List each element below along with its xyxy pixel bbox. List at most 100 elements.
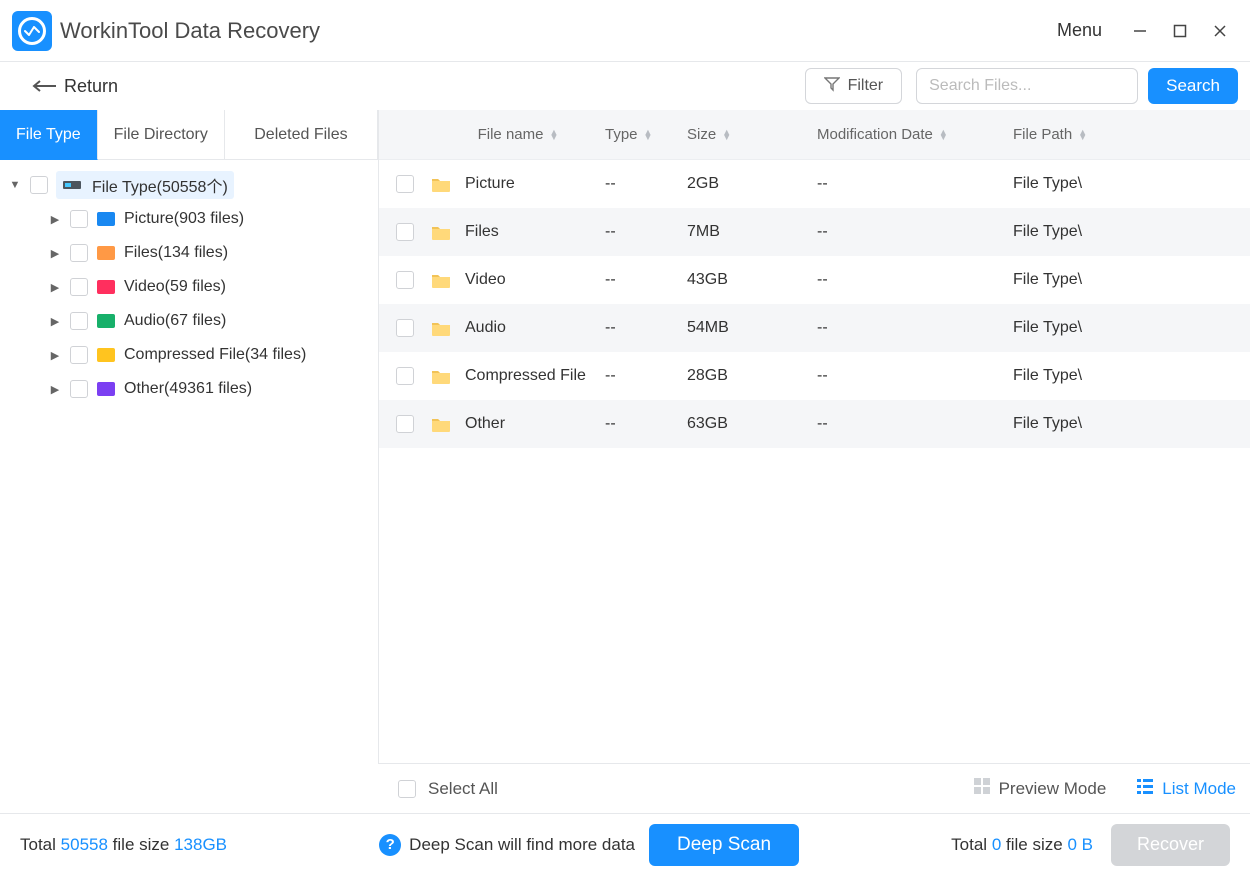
recover-button[interactable]: Recover bbox=[1111, 824, 1230, 866]
search-input[interactable] bbox=[916, 68, 1138, 104]
row-name: Audio bbox=[465, 319, 506, 337]
sidebar: File Type File Directory Deleted Files ▼… bbox=[0, 110, 378, 763]
folder-icon bbox=[431, 224, 451, 240]
window-minimize-button[interactable] bbox=[1120, 11, 1160, 51]
return-label: Return bbox=[64, 76, 118, 97]
row-name: Other bbox=[465, 415, 505, 433]
file-panel: File name ▲▼ Type ▲▼ Size ▲▼ Modificatio… bbox=[378, 110, 1250, 763]
selected-files-summary: Total 0 file size 0 B bbox=[951, 835, 1093, 855]
tree-item-label: Compressed File(34 files) bbox=[124, 346, 306, 364]
folder-icon bbox=[431, 176, 451, 192]
caret-right-icon[interactable]: ▶ bbox=[48, 281, 62, 294]
category-icon bbox=[96, 279, 116, 295]
row-checkbox[interactable] bbox=[396, 223, 414, 241]
caret-right-icon[interactable]: ▶ bbox=[48, 383, 62, 396]
row-mod: -- bbox=[817, 319, 1013, 337]
table-row[interactable]: Audio--54MB--File Type\ bbox=[379, 304, 1250, 352]
row-name: Compressed File bbox=[465, 367, 586, 385]
col-header-path[interactable]: File Path ▲▼ bbox=[1013, 126, 1250, 143]
sort-icon: ▲▼ bbox=[549, 130, 558, 140]
row-type: -- bbox=[605, 223, 687, 241]
row-checkbox[interactable] bbox=[396, 415, 414, 433]
category-icon bbox=[96, 381, 116, 397]
row-checkbox[interactable] bbox=[396, 319, 414, 337]
sort-icon: ▲▼ bbox=[644, 130, 653, 140]
row-name: Picture bbox=[465, 175, 515, 193]
menu-button[interactable]: Menu bbox=[1057, 20, 1102, 41]
tree-item[interactable]: ▶ Compressed File(34 files) bbox=[4, 338, 370, 372]
total-files-summary: Total 50558 file size 138GB bbox=[20, 835, 227, 855]
caret-right-icon[interactable]: ▶ bbox=[48, 213, 62, 226]
col-header-size[interactable]: Size ▲▼ bbox=[687, 126, 817, 143]
row-size: 28GB bbox=[687, 367, 817, 385]
list-mode-button[interactable]: List Mode bbox=[1136, 777, 1236, 800]
tree-item[interactable]: ▶Files(134 files) bbox=[4, 236, 370, 270]
main-area: File Type File Directory Deleted Files ▼… bbox=[0, 110, 1250, 763]
row-type: -- bbox=[605, 175, 687, 193]
tree-item[interactable]: ▶ Video(59 files) bbox=[4, 270, 370, 304]
filter-icon bbox=[824, 76, 840, 97]
tree-item[interactable]: ▶Audio(67 files) bbox=[4, 304, 370, 338]
grid-icon bbox=[973, 777, 991, 800]
window-close-button[interactable] bbox=[1200, 11, 1240, 51]
return-button[interactable]: Return bbox=[30, 76, 118, 97]
caret-down-icon[interactable]: ▼ bbox=[8, 179, 22, 191]
sort-icon: ▲▼ bbox=[1078, 130, 1087, 140]
file-type-tree: ▼ File Type(50558个) ▶Picture(903 files)▶… bbox=[0, 160, 378, 414]
tree-item[interactable]: ▶ Picture(903 files) bbox=[4, 202, 370, 236]
tree-root[interactable]: ▼ File Type(50558个) bbox=[4, 168, 370, 202]
table-row[interactable]: Compressed File--28GB--File Type\ bbox=[379, 352, 1250, 400]
file-table-header: File name ▲▼ Type ▲▼ Size ▲▼ Modificatio… bbox=[379, 110, 1250, 160]
tree-item[interactable]: ▶Other(49361 files) bbox=[4, 372, 370, 406]
row-name: Video bbox=[465, 271, 506, 289]
row-mod: -- bbox=[817, 271, 1013, 289]
tree-checkbox[interactable] bbox=[70, 380, 88, 398]
tree-checkbox[interactable] bbox=[70, 244, 88, 262]
col-header-name[interactable]: File name ▲▼ bbox=[431, 126, 605, 143]
row-size: 43GB bbox=[687, 271, 817, 289]
tree-checkbox[interactable] bbox=[70, 210, 88, 228]
table-row[interactable]: Files--7MB--File Type\ bbox=[379, 208, 1250, 256]
row-path: File Type\ bbox=[1013, 367, 1250, 385]
row-checkbox[interactable] bbox=[396, 271, 414, 289]
filter-button[interactable]: Filter bbox=[805, 68, 903, 104]
caret-right-icon[interactable]: ▶ bbox=[48, 247, 62, 260]
row-path: File Type\ bbox=[1013, 271, 1250, 289]
tree-item-label: Video(59 files) bbox=[124, 278, 226, 296]
table-row[interactable]: Video--43GB--File Type\ bbox=[379, 256, 1250, 304]
mode-bar: Select All Preview Mode List Mode bbox=[378, 763, 1250, 813]
folder-icon bbox=[431, 416, 451, 432]
toolbar: Return Filter Search bbox=[0, 62, 1250, 110]
tree-checkbox[interactable] bbox=[70, 346, 88, 364]
folder-icon bbox=[431, 320, 451, 336]
row-type: -- bbox=[605, 319, 687, 337]
row-path: File Type\ bbox=[1013, 415, 1250, 433]
table-row[interactable]: Other--63GB--File Type\ bbox=[379, 400, 1250, 448]
window-maximize-button[interactable] bbox=[1160, 11, 1200, 51]
deep-scan-button[interactable]: Deep Scan bbox=[649, 824, 799, 866]
folder-icon bbox=[431, 272, 451, 288]
table-row[interactable]: Picture--2GB--File Type\ bbox=[379, 160, 1250, 208]
tab-deleted-files[interactable]: Deleted Files bbox=[225, 110, 378, 160]
row-mod: -- bbox=[817, 367, 1013, 385]
row-checkbox[interactable] bbox=[396, 175, 414, 193]
preview-mode-button[interactable]: Preview Mode bbox=[973, 777, 1107, 800]
tree-checkbox[interactable] bbox=[70, 312, 88, 330]
col-header-modification[interactable]: Modification Date ▲▼ bbox=[817, 126, 1013, 143]
caret-right-icon[interactable]: ▶ bbox=[48, 315, 62, 328]
caret-right-icon[interactable]: ▶ bbox=[48, 349, 62, 362]
tree-checkbox[interactable] bbox=[70, 278, 88, 296]
tree-item-label: Picture(903 files) bbox=[124, 210, 244, 228]
search-button[interactable]: Search bbox=[1148, 68, 1238, 104]
category-icon bbox=[96, 313, 116, 329]
arrow-left-icon bbox=[30, 79, 58, 93]
app-title: WorkinTool Data Recovery bbox=[60, 18, 320, 44]
col-header-type[interactable]: Type ▲▼ bbox=[605, 126, 687, 143]
select-all-checkbox[interactable] bbox=[398, 780, 416, 798]
tab-file-type[interactable]: File Type bbox=[0, 110, 98, 160]
tree-checkbox[interactable] bbox=[30, 176, 48, 194]
row-path: File Type\ bbox=[1013, 175, 1250, 193]
tab-file-directory[interactable]: File Directory bbox=[98, 110, 225, 160]
row-checkbox[interactable] bbox=[396, 367, 414, 385]
footer-bar: Total 50558 file size 138GB ? Deep Scan … bbox=[0, 813, 1250, 875]
